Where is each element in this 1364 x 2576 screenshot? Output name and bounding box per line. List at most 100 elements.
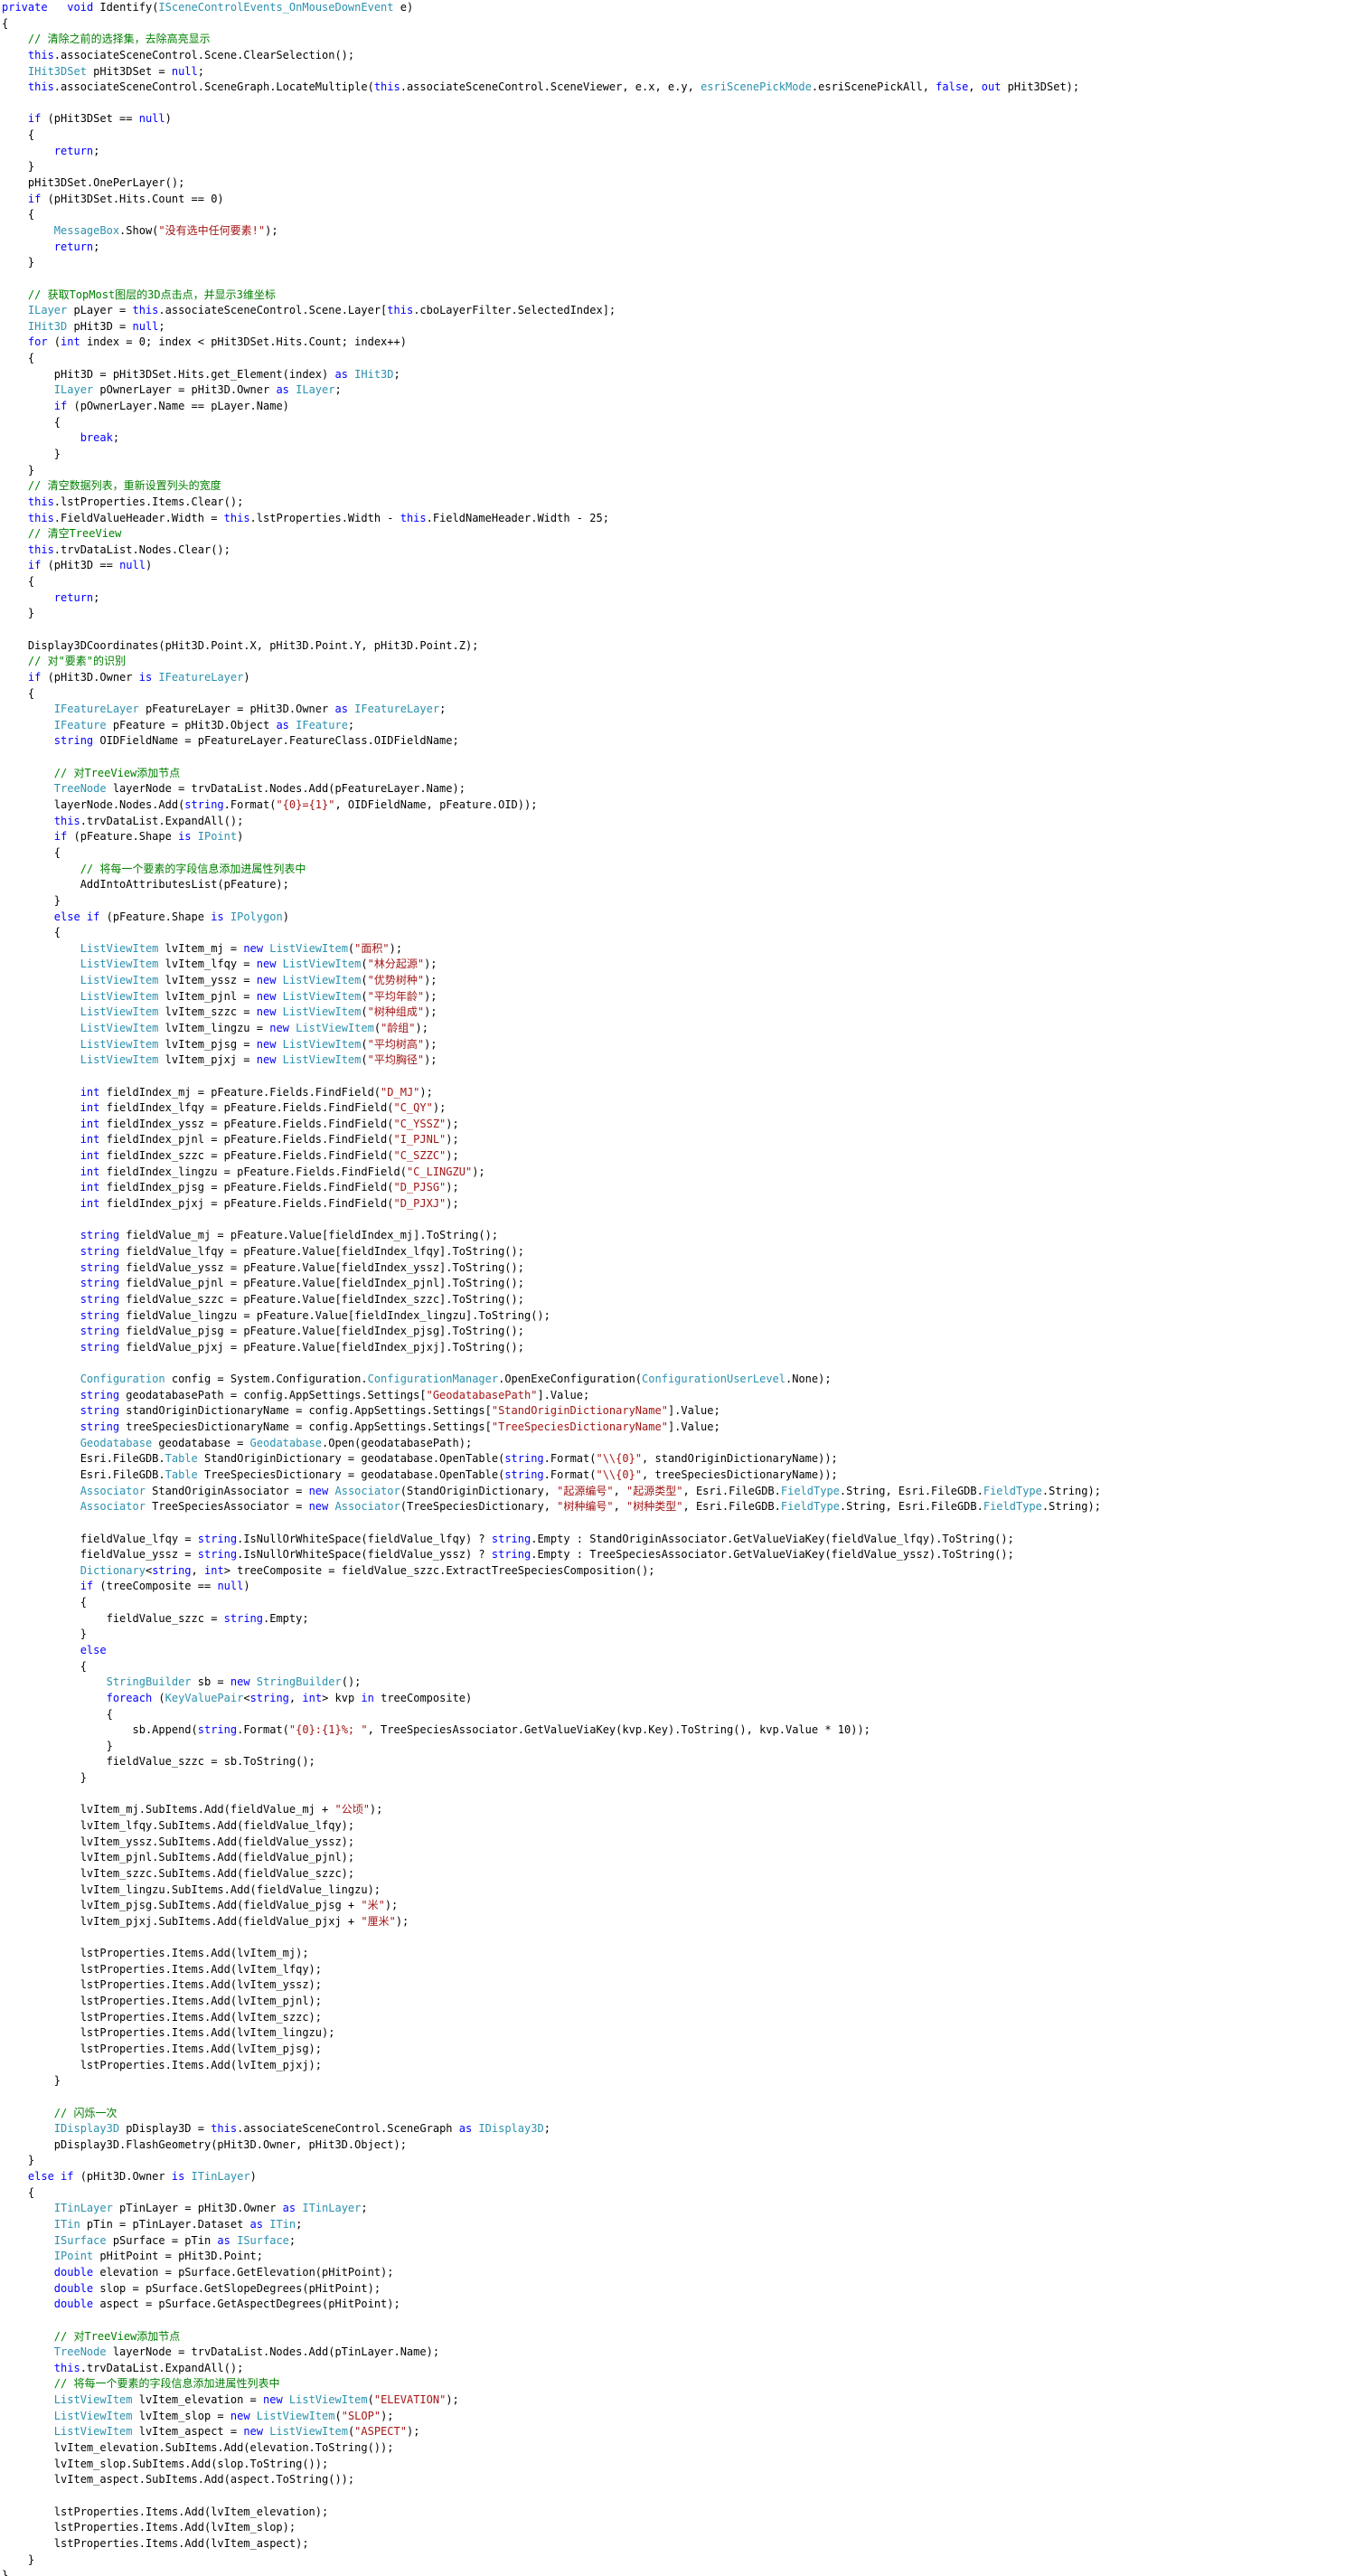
code-line: fieldValue_lfqy = string.IsNullOrWhiteSp… xyxy=(2,1532,1358,1548)
code-token: ITinLayer xyxy=(2,2202,113,2215)
code-token: this xyxy=(400,511,427,524)
code-line: lstProperties.Items.Add(lvItem_lingzu); xyxy=(2,2025,1358,2042)
code-token: Table xyxy=(165,1452,198,1466)
code-line: string fieldValue_lingzu = pFeature.Valu… xyxy=(2,1308,1358,1325)
code-line: ListViewItem lvItem_mj = new ListViewIte… xyxy=(2,941,1358,958)
code-token: .IsNullOrWhiteSpace(fieldValue_lfqy) ? xyxy=(237,1532,492,1545)
code-line: { xyxy=(2,2185,1358,2202)
code-token: string xyxy=(2,1277,120,1290)
code-token: IFeatureLayer xyxy=(2,703,139,716)
code-token: Associator xyxy=(328,1484,400,1497)
code-token: ); xyxy=(424,1005,437,1019)
code-token: MessageBox xyxy=(2,223,120,237)
code-token: (treeComposite == xyxy=(93,1580,218,1593)
code-line: ListViewItem lvItem_szzc = new ListViewI… xyxy=(2,1005,1358,1021)
code-token: Associator xyxy=(2,1484,146,1497)
code-line: fieldValue_yssz = string.IsNullOrWhiteSp… xyxy=(2,1547,1358,1563)
code-token: this xyxy=(387,304,414,317)
code-token: ListViewItem xyxy=(263,2425,348,2439)
code-token: new xyxy=(230,2409,250,2422)
code-token: new xyxy=(256,989,277,1003)
code-token: .Format( xyxy=(237,1723,289,1737)
code-line: lvItem_aspect.SubItems.Add(aspect.ToStri… xyxy=(2,2472,1358,2488)
code-token: as xyxy=(282,2202,296,2215)
code-line: if (pHit3D == null) xyxy=(2,558,1358,574)
code-token: int xyxy=(2,1117,100,1130)
code-line: ISurface pSurface = pTin as ISurface; xyxy=(2,2233,1358,2250)
code-token: ; xyxy=(347,718,355,731)
code-token: "StandOriginDictionaryName" xyxy=(491,1404,668,1418)
code-token: FieldType xyxy=(983,1484,1042,1497)
code-token: pTinLayer = pHit3D.Owner xyxy=(112,2202,283,2215)
code-line: { xyxy=(2,127,1358,144)
code-token: ListViewItem xyxy=(282,2393,368,2407)
code-token: ILayer xyxy=(2,304,68,317)
code-token: Configuration xyxy=(2,1373,165,1386)
code-token: // 对TreeView添加节点 xyxy=(2,766,181,779)
code-token: ; xyxy=(296,2218,303,2232)
code-line: int fieldIndex_szzc = pFeature.Fields.Fi… xyxy=(2,1148,1358,1165)
code-token: lstProperties.Items.Add(lvItem_slop); xyxy=(2,2521,296,2534)
code-token: Geodatabase xyxy=(2,1436,153,1449)
code-token: string xyxy=(184,798,224,812)
code-token: (pHit3D.Owner xyxy=(41,670,139,684)
code-token: this xyxy=(2,814,80,827)
code-token: string xyxy=(197,1723,238,1737)
code-token: , OIDFieldName, pFeature.OID)); xyxy=(334,798,538,812)
code-token: .String); xyxy=(1041,1484,1101,1497)
code-token: ( xyxy=(373,1022,381,1034)
code-token: "平均树高" xyxy=(367,1037,425,1051)
code-line: if (pFeature.Shape is IPoint) xyxy=(2,829,1358,845)
code-token: IPoint xyxy=(2,2250,94,2263)
code-line: AddIntoAttributesList(pFeature); xyxy=(2,877,1358,893)
code-token: ListViewItem xyxy=(288,1022,374,1034)
code-token: } xyxy=(2,1739,113,1752)
code-token: "I_PJNL" xyxy=(393,1133,447,1146)
code-line: TreeNode layerNode = trvDataList.Nodes.A… xyxy=(2,781,1358,797)
code-token: as xyxy=(217,2233,230,2247)
code-line: Dictionary<string, int> treeComposite = … xyxy=(2,1563,1358,1580)
code-token: ) xyxy=(243,1580,250,1593)
code-token: IPolygon xyxy=(223,910,283,923)
code-token: treeSpeciesDictionaryName = config.AppSe… xyxy=(119,1420,492,1434)
code-token: ListViewItem xyxy=(2,1005,159,1019)
code-token: ListViewItem xyxy=(263,941,348,955)
code-line: // 对TreeView添加节点 xyxy=(2,766,1358,782)
code-line: { xyxy=(2,1707,1358,1723)
code-token: (pHit3DSet == xyxy=(41,112,139,126)
code-token: // 闪烁一次 xyxy=(2,2106,118,2119)
code-line: } xyxy=(2,1739,1358,1755)
code-token: IPoint xyxy=(191,830,238,844)
code-line: { xyxy=(2,415,1358,431)
code-token: ); xyxy=(406,2425,420,2439)
code-token: lvItem_pjsg.SubItems.Add(fieldValue_pjsg… xyxy=(2,1899,362,1912)
code-token: (pFeature.Shape xyxy=(99,910,212,923)
code-token: ListViewItem xyxy=(2,1053,159,1067)
code-line: Configuration config = System.Configurat… xyxy=(2,1372,1358,1388)
code-line: lvItem_szzc.SubItems.Add(fieldValue_szzc… xyxy=(2,1866,1358,1882)
code-line: Associator StandOriginAssociator = new A… xyxy=(2,1484,1358,1500)
code-token: geodatabasePath = config.AppSettings.Set… xyxy=(119,1388,427,1401)
code-token: ); xyxy=(432,1101,447,1115)
code-line: } xyxy=(2,2073,1358,2090)
code-line: if (pHit3DSet.Hits.Count == 0) xyxy=(2,192,1358,208)
code-line: ListViewItem lvItem_pjnl = new ListViewI… xyxy=(2,989,1358,1005)
code-token: ITinLayer xyxy=(184,2170,250,2184)
code-line: lvItem_slop.SubItems.Add(slop.ToString()… xyxy=(2,2457,1358,2473)
code-line: string geodatabasePath = config.AppSetti… xyxy=(2,1388,1358,1404)
code-token: , Esri.FileGDB. xyxy=(682,1500,781,1514)
code-token: ); xyxy=(381,2409,394,2422)
code-token: , xyxy=(613,1500,627,1514)
code-token: pHit3DSet.OnePerLayer(); xyxy=(2,176,185,190)
code-line: // 清空TreeView xyxy=(2,526,1358,543)
code-token: if xyxy=(2,1580,94,1593)
code-token: lvItem_pjxj.SubItems.Add(fieldValue_pjxj… xyxy=(2,1914,362,1928)
code-token: ; xyxy=(93,590,100,604)
code-token: , xyxy=(968,80,982,94)
code-token: ListViewItem xyxy=(249,2409,335,2422)
code-token: , Esri.FileGDB. xyxy=(682,1484,781,1497)
code-token: out xyxy=(981,80,1002,94)
